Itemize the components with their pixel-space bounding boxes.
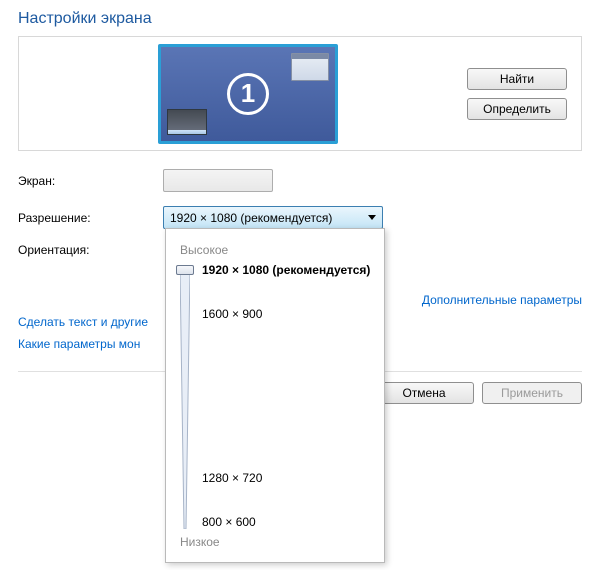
identify-button[interactable]: Определить [467, 98, 567, 120]
screen-label: Экран: [18, 174, 163, 188]
scale-high-label: Высокое [180, 243, 374, 257]
monitor-thumbnail[interactable]: 1 [158, 44, 338, 144]
resolution-options: 1920 × 1080 (рекомендуется) 1600 × 900 128… [202, 263, 374, 531]
monitor-preview-panel: 1 Найти Определить [18, 36, 582, 151]
resolution-option[interactable]: 800 × 600 [202, 515, 256, 529]
desktop-icon [167, 109, 207, 135]
resolution-label: Разрешение: [18, 211, 163, 225]
apply-button[interactable]: Применить [482, 382, 582, 404]
window-icon [291, 53, 329, 81]
scale-low-label: Низкое [180, 535, 374, 549]
slider-thumb[interactable] [176, 265, 194, 275]
advanced-settings-link[interactable]: Дополнительные параметры [422, 293, 582, 307]
screen-dropdown[interactable] [163, 169, 273, 192]
resolution-option[interactable]: 1920 × 1080 (рекомендуется) [202, 263, 370, 277]
resolution-option[interactable]: 1600 × 900 [202, 307, 262, 321]
orientation-label: Ориентация: [18, 243, 163, 257]
resolution-dropdown[interactable]: 1920 × 1080 (рекомендуется) [163, 206, 383, 229]
cancel-button[interactable]: Отмена [374, 382, 474, 404]
resolution-popup: Высокое 1920 × 1080 (рекомендуется) 1600 … [165, 228, 385, 563]
resolution-option[interactable]: 1280 × 720 [202, 471, 262, 485]
find-button[interactable]: Найти [467, 68, 567, 90]
resolution-slider[interactable] [178, 269, 192, 531]
monitor-number: 1 [227, 73, 269, 115]
page-title: Настройки экрана [0, 0, 600, 36]
chevron-down-icon [368, 215, 376, 220]
resolution-value: 1920 × 1080 (рекомендуется) [170, 211, 332, 225]
